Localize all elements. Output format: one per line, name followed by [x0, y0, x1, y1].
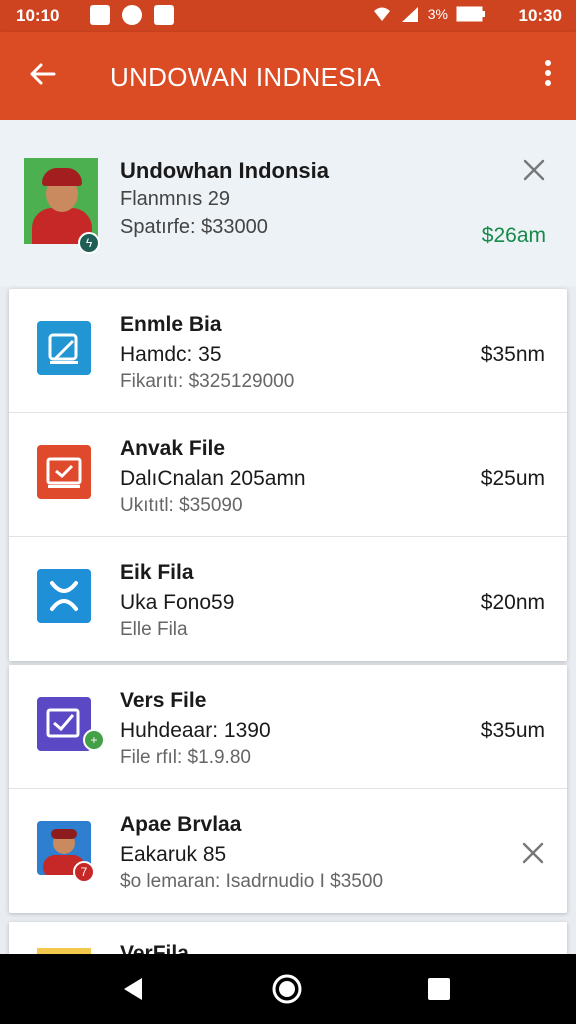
file-edit-icon — [37, 321, 91, 375]
file-check-icon — [37, 445, 91, 499]
back-nav-icon[interactable] — [116, 972, 150, 1006]
signal-icon — [401, 7, 418, 22]
item-amount: $25um — [480, 467, 545, 490]
notification-icon — [154, 5, 174, 25]
battery-percent: 3% — [427, 6, 448, 22]
close-icon[interactable] — [522, 158, 546, 182]
app-bar: UNDOWAN INDNESIA — [0, 32, 576, 120]
item-title: Enmle Bia — [120, 313, 222, 336]
status-time: 10:10 — [16, 6, 60, 25]
file-list-group: Enmle Bia Hamdc: 35 Fikarıtı: $325129000… — [9, 289, 567, 661]
list-item[interactable]: 7 Apae Brvlaa Eakaruk 85 $o lemaran: Isa… — [9, 789, 567, 913]
item-title: Eik Fila — [120, 561, 194, 584]
item-subtitle: DalıCnalan 205amn — [120, 467, 306, 490]
account-name: Undowhan Indonsia — [120, 158, 329, 183]
account-info: Flanmnıs 29 — [120, 188, 231, 210]
account-amount: $26am — [481, 224, 546, 247]
item-title: Anvak File — [120, 437, 226, 460]
item-detail: $o lemaran: Isadrnudio I $3500 — [120, 871, 384, 892]
notification-icon — [122, 5, 142, 25]
item-detail: Elle Fila — [120, 619, 188, 640]
page-title: UNDOWAN INDNESIA — [110, 62, 382, 92]
notification-icons — [90, 5, 174, 25]
wifi-icon — [373, 7, 390, 21]
account-balance: Spatırfe: $33000 — [120, 216, 268, 238]
status-badge: ϟ — [78, 232, 100, 254]
item-subtitle: Uka Fono59 — [120, 591, 235, 614]
account-header: ϟ Undowhan Indonsia Flanmnıs 29 Spatırfe… — [0, 120, 576, 286]
file-list-group: + Vers File Huhdeaar: 1390 File rfıl: $1… — [9, 665, 567, 913]
item-detail: File rfıl: $1.9.80 — [120, 747, 251, 768]
more-vert-icon[interactable] — [542, 60, 554, 92]
notification-badge: 7 — [73, 861, 95, 883]
system-nav-bar — [0, 954, 576, 1024]
notification-icon — [90, 5, 110, 25]
item-subtitle: Huhdeaar: 1390 — [120, 719, 271, 742]
item-amount: $35um — [480, 719, 545, 742]
file-cross-icon — [37, 569, 91, 623]
close-icon[interactable] — [521, 841, 545, 865]
item-amount: $35nm — [480, 343, 545, 366]
item-title: Apae Brvlaa — [120, 813, 242, 836]
item-detail: Fikarıtı: $325129000 — [120, 371, 295, 392]
system-icons: 3% — [372, 5, 486, 23]
recents-nav-icon[interactable] — [422, 972, 456, 1006]
home-nav-icon[interactable] — [270, 972, 304, 1006]
status-clock: 10:30 — [518, 6, 562, 25]
item-amount: $20nm — [480, 591, 545, 614]
status-bar: 10:10 3% 10:30 — [0, 0, 576, 32]
item-detail: Ukıtıtl: $35090 — [120, 495, 243, 516]
battery-icon — [456, 6, 485, 22]
item-subtitle: Hamdc: 35 — [120, 343, 222, 366]
list-item[interactable]: Eik Fila Uka Fono59 Elle Fila $20nm — [9, 537, 567, 661]
add-badge-icon: + — [83, 729, 105, 751]
item-subtitle: Eakaruk 85 — [120, 843, 227, 866]
list-item[interactable]: + Vers File Huhdeaar: 1390 File rfıl: $1… — [9, 665, 567, 789]
arrow-back-icon[interactable] — [26, 58, 58, 90]
list-item[interactable]: Enmle Bia Hamdc: 35 Fikarıtı: $325129000… — [9, 289, 567, 413]
item-title: Vers File — [120, 689, 207, 712]
list-item[interactable]: Anvak File DalıCnalan 205amn Ukıtıtl: $3… — [9, 413, 567, 537]
